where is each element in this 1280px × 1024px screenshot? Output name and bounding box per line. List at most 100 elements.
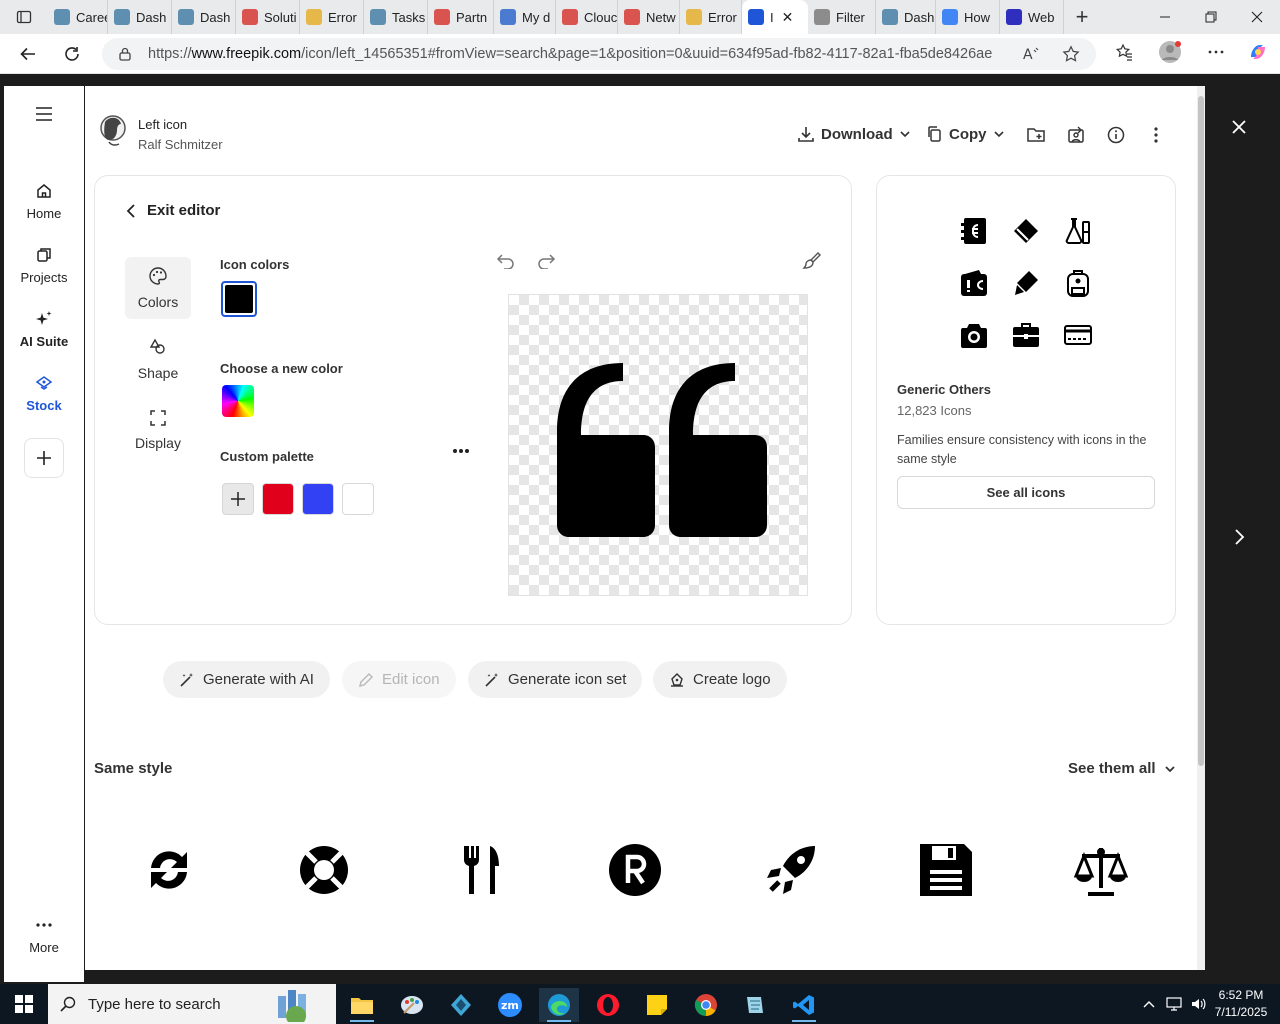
browser-tab[interactable]: Dash: [876, 0, 936, 34]
system-clock[interactable]: 6:52 PM 7/11/2025: [1208, 987, 1274, 1021]
exit-editor-button[interactable]: Exit editor: [125, 202, 220, 219]
download-button[interactable]: Download: [797, 122, 911, 146]
style-icon-floppy-disk[interactable]: [918, 842, 974, 898]
taskbar-app-notes[interactable]: [735, 988, 775, 1022]
icon-preview-canvas[interactable]: [508, 294, 808, 596]
family-icon-backpack[interactable]: [1061, 266, 1095, 300]
family-icon-lab[interactable]: [1061, 214, 1095, 248]
close-tab-icon[interactable]: ✕: [782, 9, 794, 26]
add-button[interactable]: [24, 438, 64, 478]
edit-icon-button[interactable]: Edit icon: [342, 661, 456, 698]
palette-swatch[interactable]: [302, 483, 334, 515]
palette-options-button[interactable]: [452, 448, 470, 454]
taskbar-edge[interactable]: [539, 988, 579, 1022]
family-icon-briefcase[interactable]: [1009, 318, 1043, 352]
browser-tab[interactable]: Web: [1000, 0, 1064, 34]
family-icon-eraser[interactable]: [1009, 214, 1043, 248]
family-icon-wallet[interactable]: [957, 266, 991, 300]
next-icon-button[interactable]: [1226, 524, 1252, 550]
taskbar-search-box[interactable]: Type here to search: [48, 984, 336, 1024]
rail-item-stock[interactable]: Stock: [4, 374, 84, 413]
settings-more-button[interactable]: [1198, 38, 1234, 66]
tab-shape[interactable]: Shape: [125, 328, 191, 390]
site-info-icon[interactable]: [118, 47, 148, 61]
scrollbar-thumb[interactable]: [1198, 96, 1204, 766]
browser-tab[interactable]: Filter: [808, 0, 876, 34]
rail-item-ai-suite[interactable]: AI Suite: [4, 310, 84, 349]
taskbar-sticky-notes[interactable]: [637, 988, 677, 1022]
taskbar-paint-app[interactable]: [392, 988, 432, 1022]
see-all-icons-button[interactable]: See all icons: [897, 476, 1155, 509]
save-to-folder-button[interactable]: [1025, 124, 1047, 146]
current-color-swatch[interactable]: [221, 281, 257, 317]
tab-colors[interactable]: Colors: [125, 257, 191, 319]
taskbar-opera[interactable]: [588, 988, 628, 1022]
back-button[interactable]: [8, 34, 48, 74]
browser-tab[interactable]: Dash: [172, 0, 236, 34]
tray-overflow-button[interactable]: [1142, 984, 1156, 1024]
taskbar-file-explorer[interactable]: [342, 988, 382, 1022]
family-icon-camera[interactable]: [957, 318, 991, 352]
style-icon-registered[interactable]: [607, 842, 663, 898]
volume-control[interactable]: [1190, 984, 1206, 1024]
mockup-button[interactable]: [1065, 124, 1087, 146]
create-logo-button[interactable]: Create logo: [653, 661, 787, 698]
style-icon-rocket[interactable]: [763, 842, 819, 898]
style-icon-lifebuoy[interactable]: [296, 842, 352, 898]
style-icon-refresh[interactable]: [141, 842, 197, 898]
generate-with-ai-button[interactable]: Generate with AI: [163, 661, 330, 698]
author-name[interactable]: Ralf Schmitzer: [138, 137, 223, 152]
minimize-button[interactable]: [1142, 0, 1188, 34]
taskbar-app-diamond[interactable]: [441, 988, 481, 1022]
taskbar-chrome[interactable]: [686, 988, 726, 1022]
modal-scrollbar[interactable]: [1197, 86, 1205, 970]
reset-brush-button[interactable]: [801, 250, 823, 272]
palette-swatch[interactable]: [262, 483, 294, 515]
color-picker-swatch[interactable]: [222, 385, 254, 417]
browser-tab[interactable]: How: [936, 0, 1000, 34]
reload-button[interactable]: [52, 34, 92, 74]
network-status[interactable]: [1166, 984, 1182, 1024]
taskbar-zoom[interactable]: zm: [490, 988, 530, 1022]
favorite-star-icon[interactable]: [1062, 45, 1080, 63]
redo-button[interactable]: [535, 250, 557, 272]
browser-tab[interactable]: Caree: [48, 0, 108, 34]
close-modal-button[interactable]: [1226, 114, 1252, 140]
copilot-button[interactable]: [1240, 38, 1276, 66]
browser-tab[interactable]: Error: [680, 0, 742, 34]
browser-tab[interactable]: Clouc: [556, 0, 618, 34]
browser-tab[interactable]: My d: [494, 0, 556, 34]
style-icon-fork-knife[interactable]: [452, 842, 508, 898]
author-avatar[interactable]: [97, 112, 129, 148]
start-button[interactable]: [0, 984, 48, 1024]
family-icon-marker[interactable]: [1009, 266, 1043, 300]
more-options-button[interactable]: [1145, 124, 1167, 146]
tab-actions-button[interactable]: [0, 0, 48, 34]
info-button[interactable]: [1105, 124, 1127, 146]
browser-tab[interactable]: Netw: [618, 0, 680, 34]
browser-tab[interactable]: Error: [300, 0, 364, 34]
style-icon-scale[interactable]: [1073, 842, 1129, 898]
address-bar[interactable]: https://www.freepik.com/icon/left_145653…: [102, 38, 1096, 70]
browser-tab[interactable]: Partn: [428, 0, 494, 34]
undo-button[interactable]: [495, 250, 517, 272]
family-icon-credit-card[interactable]: [1061, 318, 1095, 352]
profile-avatar[interactable]: [1152, 38, 1188, 66]
browser-tab[interactable]: Tasks: [364, 0, 428, 34]
favorites-button[interactable]: [1106, 38, 1142, 66]
copy-button[interactable]: Copy: [927, 122, 1005, 146]
taskbar-vscode[interactable]: [784, 988, 824, 1022]
rail-item-home[interactable]: Home: [4, 182, 84, 221]
browser-tab[interactable]: Soluti: [236, 0, 300, 34]
close-window-button[interactable]: [1234, 0, 1280, 34]
restore-button[interactable]: [1188, 0, 1234, 34]
browser-tab[interactable]: I ✕: [742, 0, 808, 34]
tab-display[interactable]: Display: [125, 399, 191, 461]
rail-item-projects[interactable]: Projects: [4, 246, 84, 285]
new-tab-button[interactable]: +: [1064, 0, 1100, 34]
family-icon-notebook[interactable]: [957, 214, 991, 248]
add-palette-color-button[interactable]: [222, 483, 254, 515]
see-them-all-button[interactable]: See them all: [1068, 760, 1176, 777]
generate-icon-set-button[interactable]: Generate icon set: [468, 661, 643, 698]
browser-tab[interactable]: Dash: [108, 0, 172, 34]
